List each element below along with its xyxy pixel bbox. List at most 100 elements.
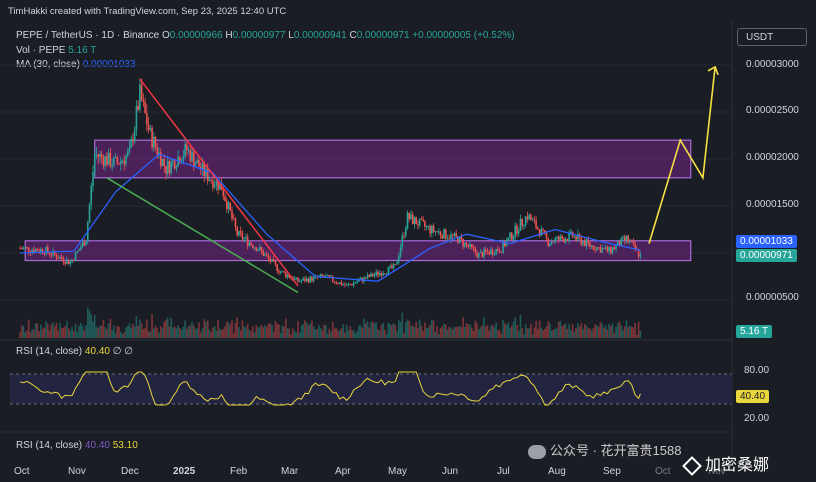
- candle-body-294: [530, 214, 532, 220]
- rsi-label: RSI (14, close): [16, 346, 83, 357]
- candle-body-23: [59, 256, 61, 259]
- candle-body-319: [573, 236, 576, 238]
- volume-bar-207: [378, 330, 381, 338]
- volume-bar-135: [253, 332, 256, 338]
- candle-body-130: [245, 236, 247, 239]
- volume-bar-188: [345, 325, 348, 338]
- volume-bar-78: [154, 325, 157, 338]
- candle-body-68: [137, 106, 139, 110]
- volume-bar-100: [192, 325, 195, 338]
- candle-body-67: [135, 106, 138, 130]
- volume-bar-227: [413, 327, 416, 338]
- candle-body-287: [517, 230, 520, 234]
- price-chart[interactable]: [0, 0, 816, 482]
- candle-body-44: [95, 154, 98, 156]
- volume-bar-107: [205, 321, 207, 338]
- candle-body-182: [335, 282, 338, 284]
- candle-body-29: [69, 262, 72, 265]
- rsi2-label: RSI (14, close): [16, 440, 83, 451]
- rsi-header: RSI (14, close) 40.40 ∅ ∅: [16, 346, 133, 357]
- watermark-text-1: 公众号 · 花开富贵1588: [550, 443, 682, 458]
- candle-body-123: [232, 218, 235, 220]
- volume-bar-270: [488, 330, 490, 338]
- candle-body-51: [107, 152, 110, 165]
- volume-bar-51: [107, 323, 110, 338]
- volume-bar-184: [338, 330, 341, 338]
- candle-body-0: [19, 248, 21, 250]
- candle-body-231: [420, 218, 423, 220]
- volume-bar-200: [366, 321, 369, 338]
- candle-body-337: [604, 247, 607, 249]
- candle-body-135: [253, 247, 256, 249]
- volume-bar-54: [113, 325, 115, 338]
- candle-body-283: [510, 232, 513, 240]
- volume-bar-13: [41, 328, 44, 338]
- volume-bar-253: [458, 325, 461, 338]
- candle-body-245: [444, 229, 447, 239]
- volume-bar-262: [474, 320, 477, 338]
- volume-bar-142: [265, 326, 268, 338]
- volume-bar-173: [319, 327, 322, 338]
- volume-bar-212: [387, 322, 390, 338]
- volume-bar-179: [330, 331, 332, 338]
- volume-bar-266: [481, 325, 484, 338]
- volume-bar-77: [153, 328, 155, 338]
- volume-bar-276: [498, 329, 501, 338]
- candle-body-48: [102, 157, 105, 166]
- volume-bar-339: [608, 324, 610, 338]
- candle-body-47: [100, 154, 103, 158]
- candle-body-313: [563, 238, 565, 243]
- volume-bar-134: [252, 326, 254, 338]
- candle-body-193: [354, 282, 357, 284]
- volume-bar-26: [64, 325, 66, 338]
- candle-body-265: [479, 251, 482, 253]
- volume-bar-213: [389, 323, 391, 338]
- volume-bar-40: [88, 310, 91, 338]
- candle-body-190: [349, 284, 351, 285]
- volume-bar-322: [578, 326, 581, 338]
- candle-body-144: [269, 258, 272, 262]
- volume-bar-160: [297, 320, 299, 338]
- volume-bar-148: [276, 323, 278, 338]
- x-tick-aug: Aug: [548, 466, 566, 477]
- candle-body-21: [55, 254, 58, 259]
- candle-body-275: [497, 249, 499, 251]
- candle-body-258: [467, 244, 470, 248]
- candle-body-310: [557, 236, 560, 240]
- candle-body-198: [363, 277, 365, 282]
- candle-body-194: [356, 281, 358, 283]
- candle-body-26: [64, 262, 66, 264]
- volume-bar-64: [130, 327, 133, 338]
- candle-body-181: [333, 281, 336, 283]
- volume-bar-225: [410, 325, 412, 338]
- candle-body-82: [161, 159, 164, 166]
- volume-bar-219: [399, 322, 402, 338]
- candle-body-205: [375, 271, 378, 275]
- rsi-null-2: ∅: [124, 346, 133, 357]
- volume-bar-11: [38, 331, 40, 338]
- volume-bar-250: [453, 326, 456, 338]
- candle-body-207: [378, 273, 381, 276]
- volume-bar-297: [535, 320, 537, 338]
- volume-bar-76: [151, 313, 153, 338]
- volume-bar-47: [100, 325, 103, 338]
- candle-body-340: [610, 246, 612, 254]
- volume-bar-183: [337, 331, 339, 338]
- volume-bar-120: [227, 322, 230, 338]
- candle-body-309: [556, 236, 558, 239]
- candle-body-305: [549, 243, 551, 246]
- candle-body-69: [139, 84, 141, 110]
- candle-body-213: [389, 265, 391, 267]
- volume-bar-286: [516, 325, 518, 338]
- candle-body-159: [295, 277, 298, 279]
- volume-bar-324: [582, 328, 584, 338]
- candle-body-186: [342, 284, 345, 286]
- x-tick-may: May: [388, 466, 407, 477]
- candle-body-57: [118, 162, 120, 165]
- candle-body-219: [399, 247, 402, 256]
- candle-body-127: [239, 230, 242, 234]
- candle-body-165: [305, 278, 308, 282]
- candle-body-223: [406, 212, 409, 229]
- candle-body-189: [347, 284, 350, 285]
- close-price-badge: 0.00000971: [736, 249, 797, 262]
